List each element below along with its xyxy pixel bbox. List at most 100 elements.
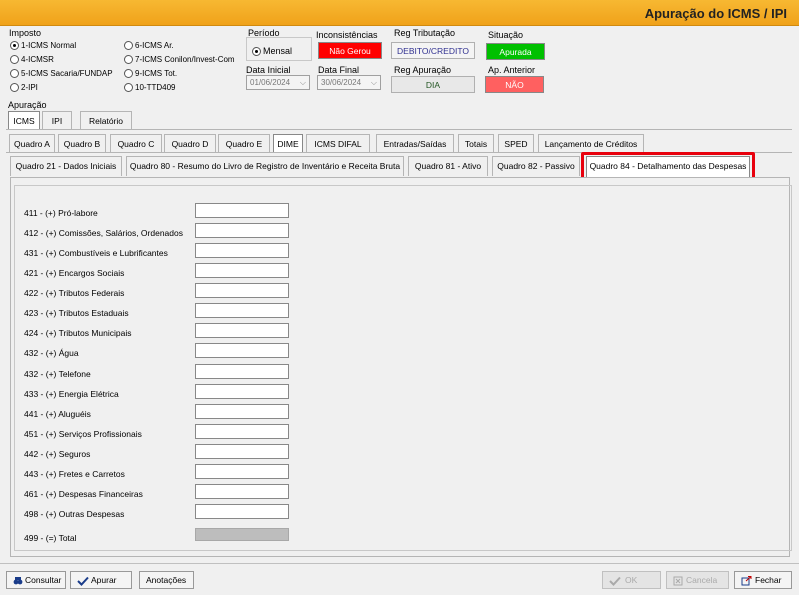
radio-icon [124, 83, 133, 93]
despesa-label: 422 - (+) Tributos Federais [24, 288, 125, 298]
tab-quadro-a[interactable]: Quadro A [9, 134, 55, 152]
despesa-label: 443 - (+) Fretes e Carretos [24, 469, 125, 479]
ap-anterior-status: NÃO [485, 76, 544, 93]
despesa-label: 424 - (+) Tributos Municipais [24, 328, 132, 338]
checkmark-icon [77, 576, 89, 586]
despesa-input[interactable] [195, 303, 289, 318]
despesa-label: 412 - (+) Comissões, Salários, Ordenados [24, 228, 183, 238]
tab-quadro-81[interactable]: Quadro 81 - Ativo [408, 156, 488, 176]
exit-icon [741, 575, 752, 586]
despesa-label: 432 - (+) Telefone [24, 369, 91, 379]
cancela-button[interactable]: Cancela [666, 571, 729, 589]
tab-quadro-80[interactable]: Quadro 80 - Resumo do Livro de Registro … [126, 156, 404, 176]
radio-selected-icon [252, 47, 261, 57]
despesa-input[interactable] [195, 283, 289, 298]
imposto-option-icms-ar[interactable]: 6-ICMS Ar. [124, 41, 174, 51]
radio-selected-icon [10, 41, 19, 51]
imposto-option-ttd409[interactable]: 10-TTD409 [124, 83, 175, 93]
despesa-input[interactable] [195, 424, 289, 439]
despesa-input[interactable] [195, 364, 289, 379]
radio-icon [124, 55, 133, 65]
imposto-option-sacaria[interactable]: 5-ICMS Sacaria/FUNDAP [10, 69, 113, 79]
tab-icms[interactable]: ICMS [8, 111, 40, 129]
imposto-option-icms-normal[interactable]: 1-ICMS Normal [10, 41, 76, 51]
footer-divider [0, 563, 799, 564]
chevron-down-icon: ⌵ [299, 78, 306, 87]
tab-quadro-b[interactable]: Quadro B [58, 134, 106, 152]
total-label: 499 - (=) Total [24, 533, 77, 543]
despesa-input[interactable] [195, 404, 289, 419]
tab-quadro-e[interactable]: Quadro E [218, 134, 270, 152]
despesa-input[interactable] [195, 223, 289, 238]
data-inicial-label: Data Inicial [246, 65, 291, 75]
reg-apuracao-label: Reg Apuração [394, 65, 452, 75]
tab-icms-difal[interactable]: ICMS DIFAL [306, 134, 370, 152]
despesa-label: 461 - (+) Despesas Financeiras [24, 489, 143, 499]
situacao-label: Situação [488, 30, 524, 40]
reg-apuracao-value: DIA [391, 76, 475, 93]
situacao-status: Apurada [486, 43, 545, 60]
reg-tributacao-label: Reg Tributação [394, 28, 456, 38]
despesa-label: 442 - (+) Seguros [24, 449, 91, 459]
apurar-button[interactable]: Apurar [70, 571, 132, 589]
despesa-input[interactable] [195, 484, 289, 499]
despesa-input[interactable] [195, 384, 289, 399]
inconsistencias-status: Não Gerou [318, 42, 382, 59]
imposto-option-ipi[interactable]: 2-IPI [10, 83, 38, 93]
imposto-option-icms-tot[interactable]: 9-ICMS Tot. [124, 69, 177, 79]
tab-quadro-d[interactable]: Quadro D [164, 134, 216, 152]
data-final-label: Data Final [318, 65, 360, 75]
despesa-input[interactable] [195, 343, 289, 358]
despesa-input[interactable] [195, 464, 289, 479]
tab-dime[interactable]: DIME [273, 134, 303, 152]
despesa-input[interactable] [195, 203, 289, 218]
despesa-input[interactable] [195, 323, 289, 338]
fechar-button[interactable]: Fechar [734, 571, 792, 589]
chevron-down-icon: ⌵ [370, 78, 377, 87]
data-inicial-field[interactable]: 01/06/2024 ⌵ [246, 75, 310, 90]
binoculars-icon [13, 576, 23, 585]
tab-entradas-saidas[interactable]: Entradas/Saídas [376, 134, 454, 152]
imposto-option-conilon[interactable]: 7-ICMS Conilon/Invest-Com [124, 55, 235, 65]
window-title: Apuração do ICMS / IPI [644, 6, 787, 21]
despesa-input[interactable] [195, 504, 289, 519]
divider [6, 129, 792, 130]
data-final-field[interactable]: 30/06/2024 ⌵ [317, 75, 381, 90]
cancel-icon [673, 576, 683, 586]
despesa-label: 421 - (+) Encargos Sociais [24, 268, 125, 278]
despesa-label: 432 - (+) Água [24, 348, 79, 358]
despesa-input[interactable] [195, 444, 289, 459]
radio-icon [10, 83, 19, 93]
despesa-label: 498 - (+) Outras Despesas [24, 509, 125, 519]
despesa-input[interactable] [195, 263, 289, 278]
anotacoes-button[interactable]: Anotações [139, 571, 194, 589]
tab-quadro-82[interactable]: Quadro 82 - Passivo [492, 156, 580, 176]
tab-totais[interactable]: Totais [458, 134, 494, 152]
despesa-label: 431 - (+) Combustíveis e Lubrificantes [24, 248, 168, 258]
radio-icon [124, 69, 133, 79]
tab-sped[interactable]: SPED [498, 134, 534, 152]
ok-button[interactable]: OK [602, 571, 661, 589]
tab-relatorio[interactable]: Relatório [80, 111, 132, 129]
radio-icon [10, 69, 19, 79]
total-field [195, 528, 289, 541]
consultar-button[interactable]: Consultar [6, 571, 66, 589]
title-bar: Apuração do ICMS / IPI [0, 0, 799, 26]
tab-quadro-c[interactable]: Quadro C [110, 134, 162, 152]
despesa-input[interactable] [195, 243, 289, 258]
periodo-option-mensal[interactable]: Mensal [252, 46, 292, 57]
tab-ipi[interactable]: IPI [42, 111, 72, 129]
checkmark-icon [609, 576, 621, 586]
tab-quadro-21[interactable]: Quadro 21 - Dados Iniciais [10, 156, 122, 176]
despesa-label: 451 - (+) Serviços Profissionais [24, 429, 142, 439]
despesa-label: 433 - (+) Energia Elétrica [24, 389, 119, 399]
despesa-label: 441 - (+) Aluguéis [24, 409, 91, 419]
radio-icon [124, 41, 133, 51]
despesa-label: 423 - (+) Tributos Estaduais [24, 308, 129, 318]
imposto-label: Imposto [9, 28, 42, 38]
tab-lancamento-creditos[interactable]: Lançamento de Créditos [538, 134, 644, 152]
despesa-label: 411 - (+) Pró-labore [24, 208, 98, 218]
apuracao-label: Apuração [8, 100, 47, 110]
reg-tributacao-value: DEBITO/CREDITO [391, 42, 475, 59]
imposto-option-icmsr[interactable]: 4-ICMSR [10, 55, 54, 65]
